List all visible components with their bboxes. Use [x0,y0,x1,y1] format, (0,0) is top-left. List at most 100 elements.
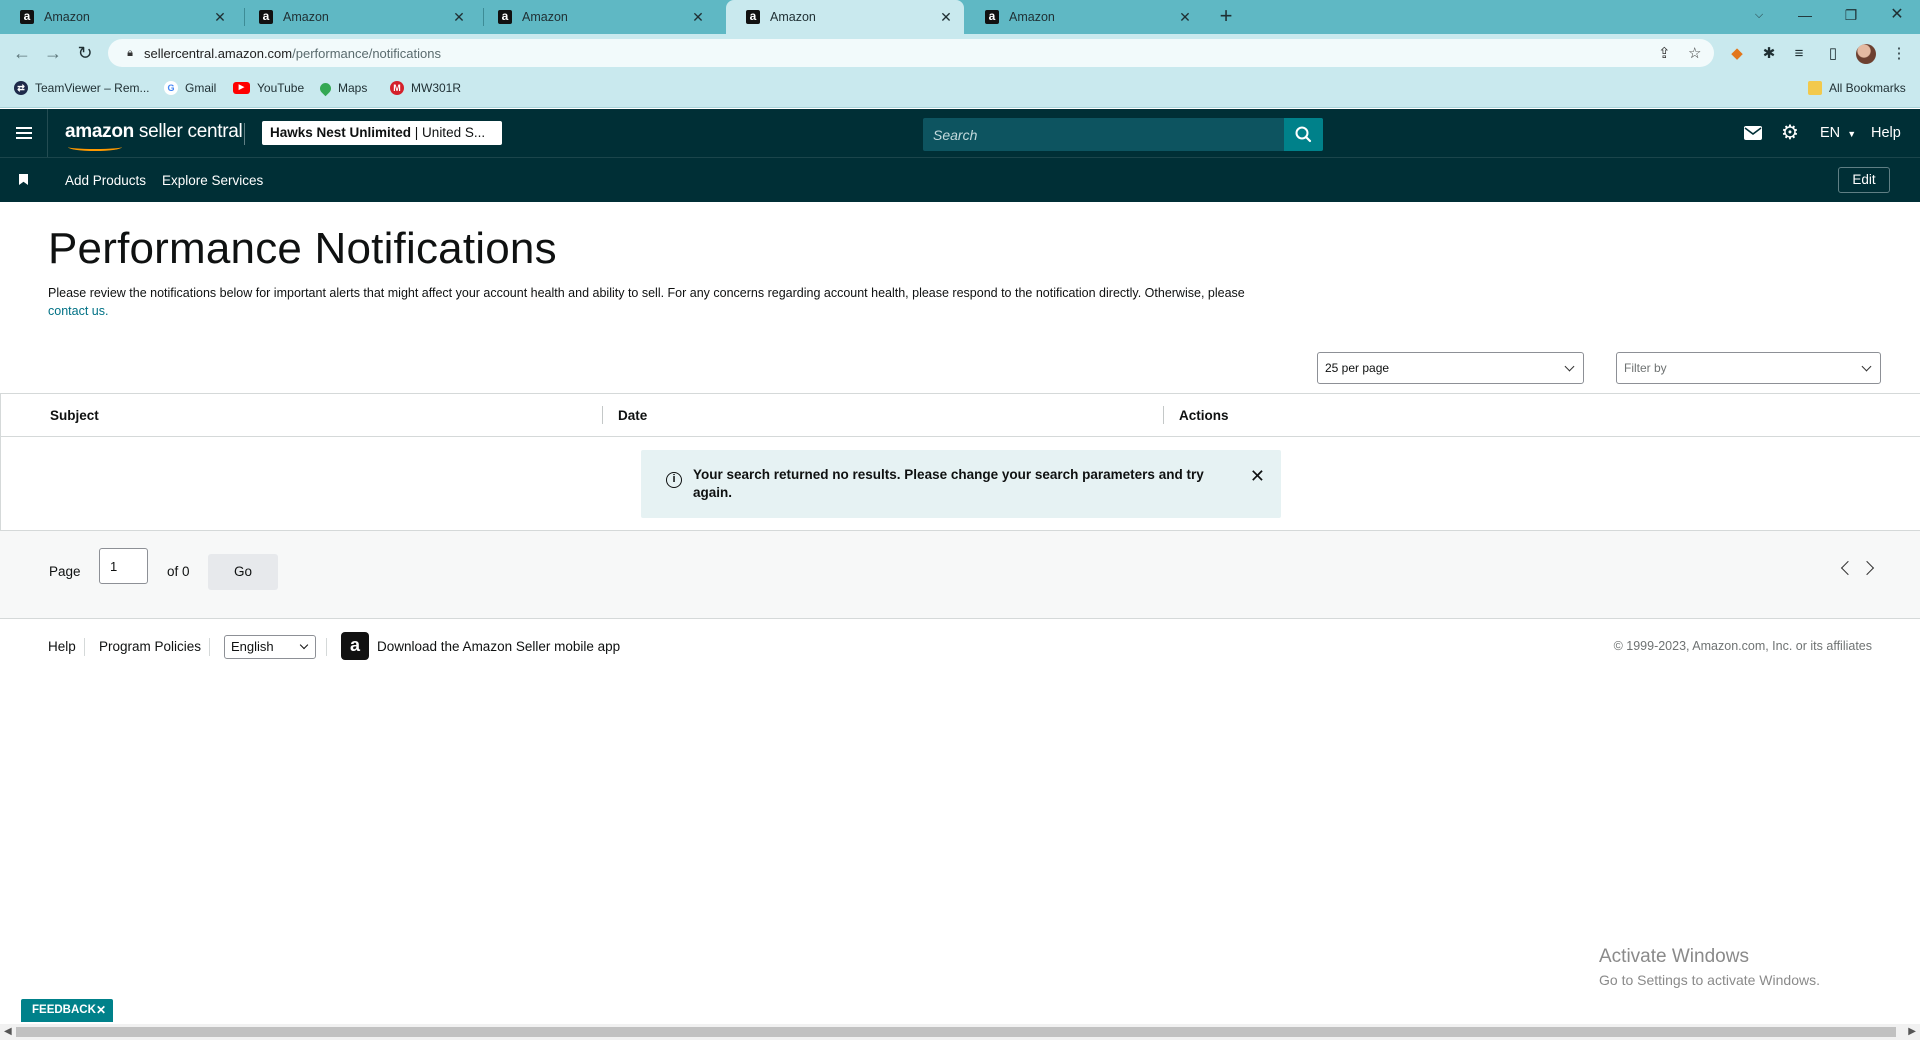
bookmark-label: Gmail [185,81,217,95]
settings-gear-icon[interactable]: ⚙ [1781,109,1799,157]
bookmarked-nav-bar: Add Products Explore Services Edit [0,157,1920,202]
forward-icon[interactable]: → [41,42,65,66]
tab-close-icon[interactable]: ✕ [688,9,708,26]
browser-tab[interactable]: a Amazon ✕ [0,0,238,34]
scroll-left-icon[interactable]: ◀ [4,1026,12,1037]
minimize-icon[interactable]: — [1782,0,1828,30]
amazon-smile-icon [68,143,122,151]
per-page-value: 25 per page [1325,361,1390,375]
page-title: Performance Notifications [48,224,557,273]
language-code: EN [1820,125,1841,141]
scrollbar-thumb[interactable] [16,1027,1896,1037]
browser-tab[interactable]: a Amazon ✕ [239,0,477,34]
amazon-favicon-icon: a [746,10,760,24]
search-button[interactable] [1284,118,1323,151]
go-button[interactable]: Go [208,554,278,590]
restore-icon[interactable]: ❐ [1828,0,1874,30]
profile-avatar[interactable] [1856,44,1876,64]
table-header: Subject Date Actions [1,394,1920,437]
bookmark-star-icon[interactable]: ☆ [1688,44,1701,62]
chevron-down-icon [299,640,309,650]
hamburger-menu-icon[interactable] [0,109,48,157]
footer-divider [209,638,210,656]
bookmark-maps[interactable]: Maps [317,80,367,96]
edit-nav-button[interactable]: Edit [1838,167,1890,193]
bookmark-gmail[interactable]: G Gmail [164,81,216,95]
tab-search-chevron-icon[interactable]: ⌵ [1736,0,1782,30]
page-count-label: of 0 [167,564,190,579]
amazon-favicon-icon: a [498,10,512,24]
metamask-extension-icon[interactable]: ◆ [1726,43,1748,65]
download-app-link[interactable]: Download the Amazon Seller mobile app [377,639,620,654]
page-description: Please review the notifications below fo… [48,284,1288,320]
bookmark-label: YouTube [257,81,305,95]
column-header-date[interactable]: Date [618,394,647,437]
footer-language-value: English [231,639,274,654]
new-tab-icon[interactable]: + [1214,4,1238,28]
bookmark-label: TeamViewer – Rem... [35,81,150,95]
tab-close-icon[interactable]: ✕ [1175,9,1195,26]
youtube-icon: ▶ [233,82,250,94]
teamviewer-icon: ⇄ [14,81,28,95]
search-icon [1295,126,1312,143]
close-alert-icon[interactable]: ✕ [1250,466,1265,487]
browser-tab-strip: a Amazon ✕ a Amazon ✕ a Amazon ✕ a Amazo… [0,0,1920,34]
help-link[interactable]: Help [1871,109,1901,157]
horizontal-scrollbar[interactable]: ◀ ▶ [0,1024,1920,1040]
footer-language-select[interactable]: English [224,635,316,659]
close-feedback-icon[interactable]: ✕ [96,999,106,1022]
amazon-seller-central-logo[interactable]: amazon seller central [65,121,243,151]
tab-close-icon[interactable]: ✕ [936,9,956,26]
site-info-icon[interactable]: 🔒︎ [116,47,144,60]
browser-tab[interactable]: a Amazon ✕ [478,0,716,34]
address-bar[interactable]: 🔒︎ sellercentral.amazon.com/performance/… [108,39,1714,67]
back-icon[interactable]: ← [10,42,34,66]
next-page-icon[interactable] [1859,560,1875,576]
store-selector[interactable]: Hawks Nest Unlimited | United S... [262,121,502,145]
tab-close-icon[interactable]: ✕ [449,9,469,26]
nav-add-products[interactable]: Add Products [65,158,146,203]
all-bookmarks[interactable]: All Bookmarks [1808,81,1906,95]
amazon-favicon-icon: a [985,10,999,24]
tab-title: Amazon [44,10,90,24]
bookmark-icon[interactable] [19,174,28,185]
all-bookmarks-label: All Bookmarks [1829,81,1906,95]
bookmark-teamviewer[interactable]: ⇄ TeamViewer – Rem... [14,81,150,95]
no-results-alert: i Your search returned no results. Pleas… [641,450,1281,518]
extensions-icon[interactable]: ✱ [1758,43,1780,65]
per-page-select[interactable]: 25 per page [1317,352,1584,384]
chrome-menu-icon[interactable]: ⋮ [1888,43,1910,65]
chevron-down-icon [1564,361,1575,372]
language-selector[interactable]: EN ▼ [1820,109,1856,157]
page-number-input[interactable] [99,548,148,584]
scroll-right-icon[interactable]: ▶ [1908,1026,1916,1037]
footer-program-policies-link[interactable]: Program Policies [99,639,201,654]
bookmark-mw301r[interactable]: M MW301R [390,81,461,95]
footer-divider [326,638,327,656]
contact-us-link[interactable]: contact us. [48,304,108,318]
close-window-icon[interactable]: ✕ [1874,0,1920,30]
bookmark-youtube[interactable]: ▶ YouTube [233,81,304,95]
copyright-text: © 1999-2023, Amazon.com, Inc. or its aff… [1613,639,1872,653]
footer-help-link[interactable]: Help [48,639,76,654]
share-icon[interactable]: ⇪ [1658,44,1671,62]
column-header-subject[interactable]: Subject [50,394,99,437]
filter-select[interactable]: Filter by [1616,352,1881,384]
browser-tab-active[interactable]: a Amazon ✕ [726,0,964,34]
header-divider [244,123,245,145]
reload-icon[interactable]: ↻ [73,42,97,66]
caret-down-icon: ▼ [1847,129,1857,139]
tab-close-icon[interactable]: ✕ [210,9,230,26]
media-control-icon[interactable]: ≡ [1788,43,1810,65]
maps-icon [317,80,334,96]
previous-page-icon[interactable] [1840,560,1856,576]
amazon-app-icon[interactable]: a [341,632,369,660]
browser-tab[interactable]: a Amazon ✕ [965,0,1203,34]
side-panel-icon[interactable]: ▯ [1822,43,1844,65]
url-text: sellercentral.amazon.com/performance/not… [144,46,441,61]
activate-title: Activate Windows [1599,946,1749,967]
nav-explore-services[interactable]: Explore Services [162,158,263,203]
feedback-tab[interactable]: FEEDBACK ✕ [21,999,113,1022]
messages-icon[interactable] [1744,109,1762,157]
seller-search-input[interactable] [923,118,1283,151]
